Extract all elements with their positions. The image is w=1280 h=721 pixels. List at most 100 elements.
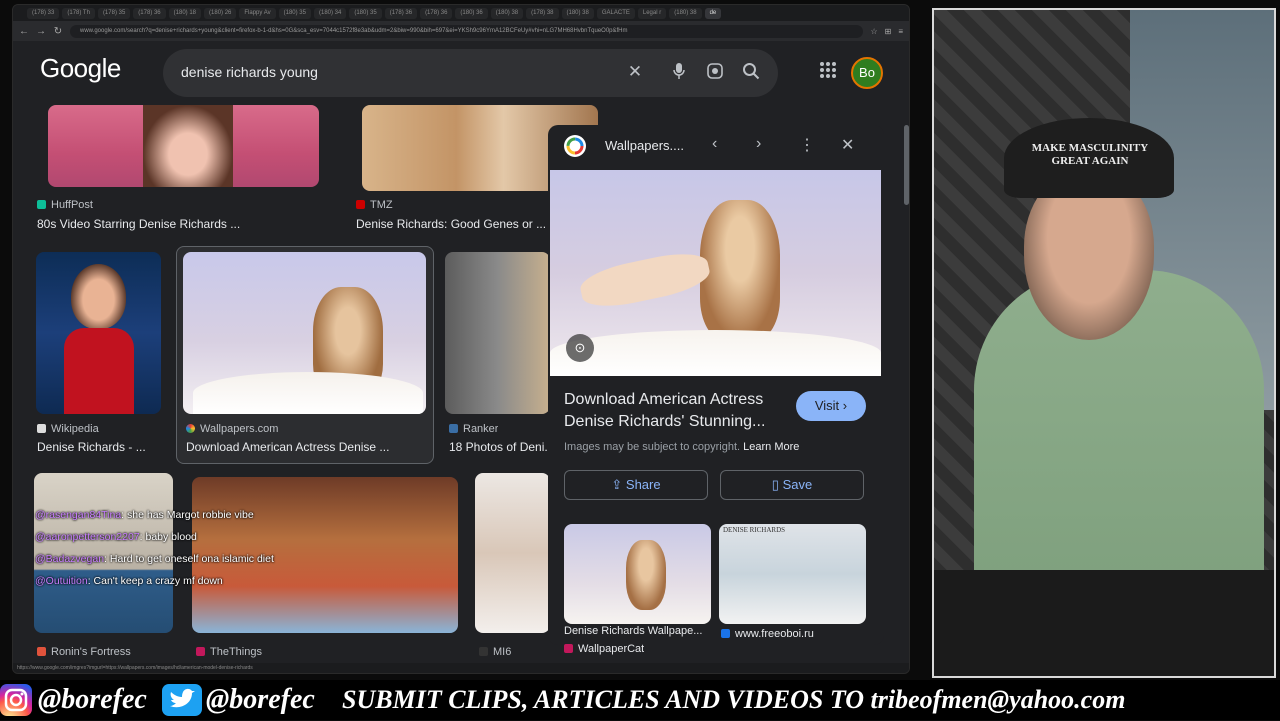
address-bar[interactable]: www.google.com/search?q=denise+richards+… — [70, 24, 864, 38]
lens-icon[interactable] — [705, 62, 725, 85]
browser-tab[interactable]: Legal r — [637, 7, 667, 19]
search-icon[interactable] — [741, 62, 761, 85]
save-button[interactable]: ▯ Save — [720, 470, 864, 500]
thethings-favicon — [196, 647, 205, 656]
copyright-notice: Images may be subject to copyright. Lear… — [564, 441, 800, 453]
menu-icon[interactable]: ≡ — [898, 27, 903, 36]
browser-tab[interactable]: (178) 36 — [420, 7, 453, 19]
microphone-icon[interactable] — [669, 62, 689, 85]
google-images-page: Google denise richards young ✕ Bo HuffPo… — [13, 41, 909, 673]
result-source-mi6[interactable]: MI6 — [479, 646, 511, 658]
browser-tab[interactable]: (180) 38 — [669, 7, 702, 19]
clear-icon[interactable]: ✕ — [625, 62, 645, 82]
result-image-wikipedia[interactable] — [36, 252, 161, 414]
result-title-tmz[interactable]: Denise Richards: Good Genes or ... — [356, 217, 548, 231]
share-button[interactable]: ⇪ Share — [564, 470, 708, 500]
browser-tab[interactable]: Flappy Av — [239, 7, 276, 19]
browser-tab[interactable]: de — [704, 7, 722, 19]
result-source-ranker[interactable]: Ranker — [449, 423, 498, 435]
google-logo[interactable]: Google — [40, 53, 121, 84]
browser-tab[interactable]: (180) 26 — [204, 7, 237, 19]
instagram-icon — [0, 684, 32, 716]
result-image-wallpapers[interactable] — [183, 252, 426, 414]
browser-tab[interactable]: (180) 35 — [349, 7, 382, 19]
browser-tab[interactable]: (178) 36 — [133, 7, 166, 19]
image-subject — [64, 328, 134, 414]
result-source-ronins[interactable]: Ronin's Fortress — [37, 646, 131, 658]
browser-tab[interactable]: (180) 36 — [455, 7, 488, 19]
more-options-icon[interactable]: ⋮ — [799, 135, 815, 155]
chat-message: @aaronpetterson2207: baby blood — [35, 531, 197, 543]
preview-image[interactable]: ⊙ — [550, 170, 881, 376]
browser-tab[interactable]: (180) 18 — [168, 7, 202, 19]
lens-search-icon[interactable]: ⊙ — [566, 334, 594, 362]
twitter-handle: @borefec — [206, 684, 315, 715]
chat-message: @Badazvegan: Hard to get oneself ona isl… — [35, 553, 274, 565]
extensions-icon[interactable]: ⊞ — [885, 27, 892, 36]
forward-icon[interactable]: → — [36, 26, 46, 37]
result-source-huffpost[interactable]: HuffPost — [37, 199, 93, 211]
cap: MAKE MASCULINITY GREAT AGAIN — [1004, 118, 1174, 198]
browser-tab[interactable]: (178) Th — [62, 7, 95, 19]
close-icon[interactable]: ✕ — [841, 135, 854, 155]
browser-tab[interactable]: (178) 38 — [526, 7, 559, 19]
search-input[interactable]: denise richards young — [181, 64, 318, 80]
result-title-wallpapers[interactable]: Download American Actress Denise ... — [186, 440, 411, 454]
browser-tab[interactable]: (178) 36 — [384, 7, 418, 19]
huffpost-favicon — [37, 200, 46, 209]
wallpapercat-favicon — [564, 644, 573, 653]
related-image-freeoboi[interactable]: DENISE RICHARDS — [719, 524, 866, 624]
mi6-favicon — [479, 647, 488, 656]
related-source-freeoboi[interactable]: www.freeoboi.ru — [721, 628, 814, 640]
result-source-thethings[interactable]: TheThings — [196, 646, 262, 658]
search-box[interactable]: denise richards young ✕ — [163, 49, 778, 97]
panel-title[interactable]: Download American Actress Denise Richard… — [564, 389, 774, 433]
related-image-wallpapercat[interactable] — [564, 524, 711, 624]
submission-call-to-action: SUBMIT CLIPS, ARTICLES AND VIDEOS TO tri… — [342, 685, 1126, 714]
result-image-ranker[interactable] — [445, 252, 550, 414]
next-icon[interactable]: › — [756, 135, 761, 153]
result-image-huffpost[interactable] — [48, 105, 319, 187]
browser-tab[interactable]: (178) 35 — [97, 7, 131, 19]
browser-tab[interactable]: (180) 34 — [313, 7, 347, 19]
bookmark-star-icon[interactable]: ☆ — [870, 27, 877, 36]
tab-strip: (178) 33 (178) Th (178) 35 (178) 36 (180) 18… — [13, 5, 909, 21]
result-source-wikipedia[interactable]: Wikipedia — [37, 423, 99, 435]
browser-tab[interactable]: (180) 38 — [490, 7, 524, 19]
page-scrollbar[interactable] — [904, 125, 909, 205]
status-bar: https://www.google.com/imgres?imgurl=htt… — [13, 663, 909, 673]
learn-more-link[interactable]: Learn More — [743, 441, 799, 453]
result-image-mi6[interactable] — [475, 473, 550, 633]
account-avatar[interactable]: Bo — [851, 57, 883, 89]
browser-tab[interactable]: GALACTE — [596, 7, 635, 19]
twitter-icon — [162, 684, 202, 716]
image-subject — [143, 105, 233, 187]
browser-tab[interactable]: (178) 33 — [27, 7, 60, 19]
related-title-wallpapercat[interactable]: Denise Richards Wallpape... — [564, 625, 714, 637]
browser-tab[interactable]: (180) 35 — [278, 7, 311, 19]
previous-icon[interactable]: ‹ — [712, 135, 717, 153]
instagram-handle: @borefec — [38, 684, 147, 715]
wallpapers-favicon — [564, 135, 586, 157]
result-source-tmz[interactable]: TMZ — [356, 199, 393, 211]
wallpapers-favicon — [186, 424, 195, 433]
wikipedia-favicon — [37, 424, 46, 433]
related-source-wallpapercat[interactable]: WallpaperCat — [564, 643, 644, 655]
image-subject — [71, 264, 126, 329]
browser-tab[interactable]: (180) 38 — [561, 7, 594, 19]
webcam-feed: MAKE MASCULINITY GREAT AGAIN — [932, 8, 1276, 678]
result-title-wikipedia[interactable]: Denise Richards - ... — [37, 440, 167, 454]
result-source-wallpapers[interactable]: Wallpapers.com — [186, 423, 278, 435]
panel-site-name[interactable]: Wallpapers.... — [605, 138, 684, 153]
google-apps-icon[interactable] — [819, 61, 837, 84]
reload-icon[interactable]: ↻ — [53, 26, 63, 37]
result-title-huffpost[interactable]: 80s Video Starring Denise Richards ... — [37, 217, 287, 231]
result-title-ranker[interactable]: 18 Photos of Deni... — [449, 440, 549, 454]
image-subject — [700, 200, 780, 340]
ranker-favicon — [449, 424, 458, 433]
chat-message: @rasengan84Tina: she has Margot robbie v… — [35, 509, 254, 521]
browser-window: (178) 33 (178) Th (178) 35 (178) 36 (180) 18… — [12, 4, 910, 674]
visit-button[interactable]: Visit › — [796, 391, 866, 421]
back-icon[interactable]: ← — [19, 26, 29, 37]
related-image-caption: DENISE RICHARDS — [723, 526, 786, 534]
